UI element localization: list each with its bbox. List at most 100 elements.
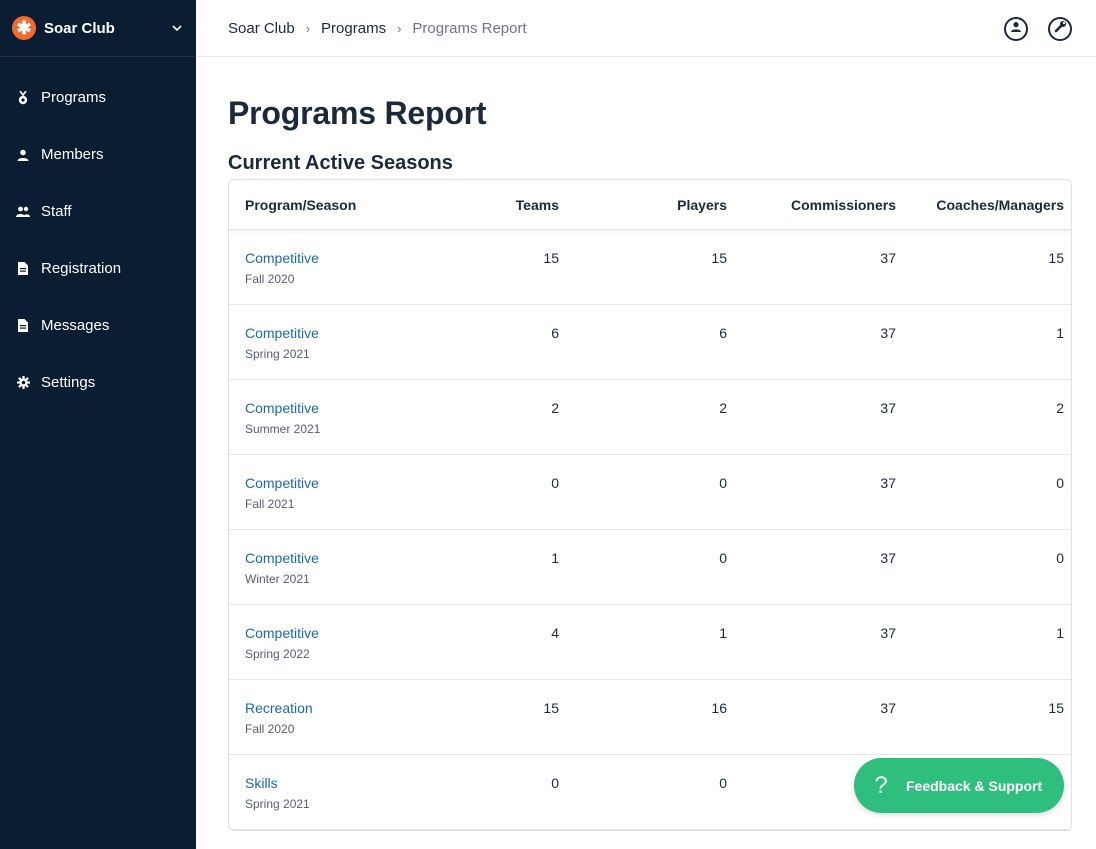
- coaches-count: 15: [1048, 250, 1064, 266]
- sidebar-item-programs[interactable]: Programs: [0, 69, 196, 126]
- table-row: Competitive Summer 2021 2 2 37 2: [229, 380, 1071, 455]
- club-name: Soar Club: [44, 19, 115, 37]
- column-header-coaches: Coaches/Managers: [936, 196, 1064, 213]
- document-icon: [16, 262, 30, 276]
- sidebar-item-settings[interactable]: Settings: [0, 354, 196, 411]
- club-logo-icon: ✱: [12, 16, 36, 40]
- top-actions: [1004, 17, 1072, 41]
- table-row: Competitive Spring 2022 4 1 37 1: [229, 605, 1071, 680]
- coaches-count: 1: [1056, 325, 1064, 341]
- breadcrumb: Soar Club › Programs › Programs Report: [228, 20, 527, 37]
- chevron-down-icon[interactable]: [170, 21, 184, 35]
- commissioners-count: 37: [880, 250, 896, 266]
- players-count: 1: [719, 625, 727, 641]
- gear-icon: [16, 376, 30, 390]
- coaches-count: 1: [1056, 625, 1064, 641]
- sidebar-nav: Programs Members Staff Registration Mess…: [0, 57, 196, 411]
- commissioners-count: 37: [880, 475, 896, 491]
- programs-report-table: Program/Season Teams Players Commissione…: [228, 179, 1072, 831]
- teams-count: 1: [551, 550, 559, 566]
- coaches-count: 0: [1056, 475, 1064, 491]
- breadcrumb-current: Programs Report: [412, 19, 527, 37]
- program-link[interactable]: Recreation: [245, 700, 459, 716]
- teams-count: 6: [551, 325, 559, 341]
- table-header: Program/Season Teams Players Commissione…: [229, 180, 1071, 230]
- breadcrumb-programs[interactable]: Programs: [321, 20, 386, 37]
- sidebar-item-members[interactable]: Members: [0, 126, 196, 183]
- commissioners-count: 37: [880, 400, 896, 416]
- people-icon: [16, 205, 30, 219]
- coaches-count: 0: [1056, 550, 1064, 566]
- season-label: Fall 2020: [245, 722, 295, 736]
- sidebar-item-staff[interactable]: Staff: [0, 183, 196, 240]
- players-count: 15: [711, 250, 727, 266]
- sidebar-item-label: Registration: [41, 260, 122, 277]
- breadcrumb-separator-icon: ›: [305, 20, 311, 36]
- table-row: Competitive Spring 2021 6 6 37 1: [229, 305, 1071, 380]
- medal-icon: [16, 90, 30, 105]
- sidebar-item-label: Staff: [41, 203, 72, 220]
- commissioners-count: 37: [880, 325, 896, 341]
- teams-count: 4: [551, 625, 559, 641]
- season-label: Winter 2021: [245, 572, 310, 586]
- commissioners-count: 37: [880, 700, 896, 716]
- column-header-teams: Teams: [515, 196, 559, 213]
- program-link[interactable]: Competitive: [245, 250, 459, 266]
- season-label: Spring 2021: [245, 347, 310, 361]
- account-button[interactable]: [1004, 17, 1028, 41]
- teams-count: 0: [551, 475, 559, 491]
- sidebar-item-label: Messages: [41, 317, 110, 334]
- program-link[interactable]: Competitive: [245, 400, 459, 416]
- person-icon: [16, 148, 30, 162]
- players-count: 16: [711, 700, 727, 716]
- commissioners-count: 37: [880, 550, 896, 566]
- top-bar: Soar Club › Programs › Programs Report: [196, 0, 1096, 57]
- coaches-count: 2: [1056, 400, 1064, 416]
- teams-count: 0: [551, 775, 559, 791]
- sidebar-item-label: Settings: [41, 374, 96, 391]
- season-label: Spring 2021: [245, 797, 310, 811]
- column-header-commissioners: Commissioners: [790, 196, 896, 213]
- teams-count: 15: [543, 700, 559, 716]
- breadcrumb-separator-icon: ›: [397, 20, 402, 36]
- page-title: Programs Report: [228, 95, 487, 131]
- sidebar-item-label: Members: [41, 146, 104, 163]
- season-label: Fall 2020: [245, 272, 295, 286]
- wrench-icon: [1054, 20, 1067, 38]
- document-icon: [16, 319, 30, 333]
- season-label: Fall 2021: [245, 497, 295, 511]
- program-link[interactable]: Competitive: [245, 475, 459, 491]
- season-label: Summer 2021: [245, 422, 321, 436]
- program-link[interactable]: Competitive: [245, 550, 459, 566]
- teams-count: 2: [551, 400, 559, 416]
- table-row: Competitive Winter 2021 1 0 37 0: [229, 530, 1071, 605]
- players-count: 2: [719, 400, 727, 416]
- commissioners-count: 37: [880, 625, 896, 641]
- user-icon: [1010, 20, 1022, 38]
- sidebar-item-registration[interactable]: Registration: [0, 240, 196, 297]
- admin-tools-button[interactable]: [1048, 17, 1072, 41]
- sidebar: ✱ Soar Club Programs Members Staff Regis…: [0, 0, 196, 849]
- section-title: Current Active Seasons: [228, 152, 453, 174]
- players-count: 0: [719, 550, 727, 566]
- sidebar-item-messages[interactable]: Messages: [0, 297, 196, 354]
- column-header-players: Players: [677, 196, 727, 213]
- program-link[interactable]: Competitive: [245, 325, 459, 341]
- players-count: 0: [719, 775, 727, 791]
- season-label: Spring 2022: [245, 647, 310, 661]
- table-row: Competitive Fall 2020 15 15 37 15: [229, 230, 1071, 305]
- breadcrumb-club[interactable]: Soar Club: [228, 20, 295, 37]
- teams-count: 15: [543, 250, 559, 266]
- program-link[interactable]: Skills: [245, 775, 459, 791]
- feedback-support-button[interactable]: ? Feedback & Support: [854, 758, 1064, 813]
- sidebar-item-label: Programs: [41, 89, 107, 106]
- coaches-count: 15: [1048, 700, 1064, 716]
- feedback-label: Feedback & Support: [906, 777, 1043, 794]
- main-content: Programs Report Current Active Seasons P…: [228, 57, 1072, 831]
- table-row: Recreation Fall 2020 15 16 37 15: [229, 680, 1071, 755]
- club-switcher[interactable]: ✱ Soar Club: [0, 0, 196, 57]
- column-header-program: Program/Season: [245, 196, 357, 213]
- program-link[interactable]: Competitive: [245, 625, 459, 641]
- players-count: 6: [719, 325, 727, 341]
- question-icon: ?: [874, 771, 888, 799]
